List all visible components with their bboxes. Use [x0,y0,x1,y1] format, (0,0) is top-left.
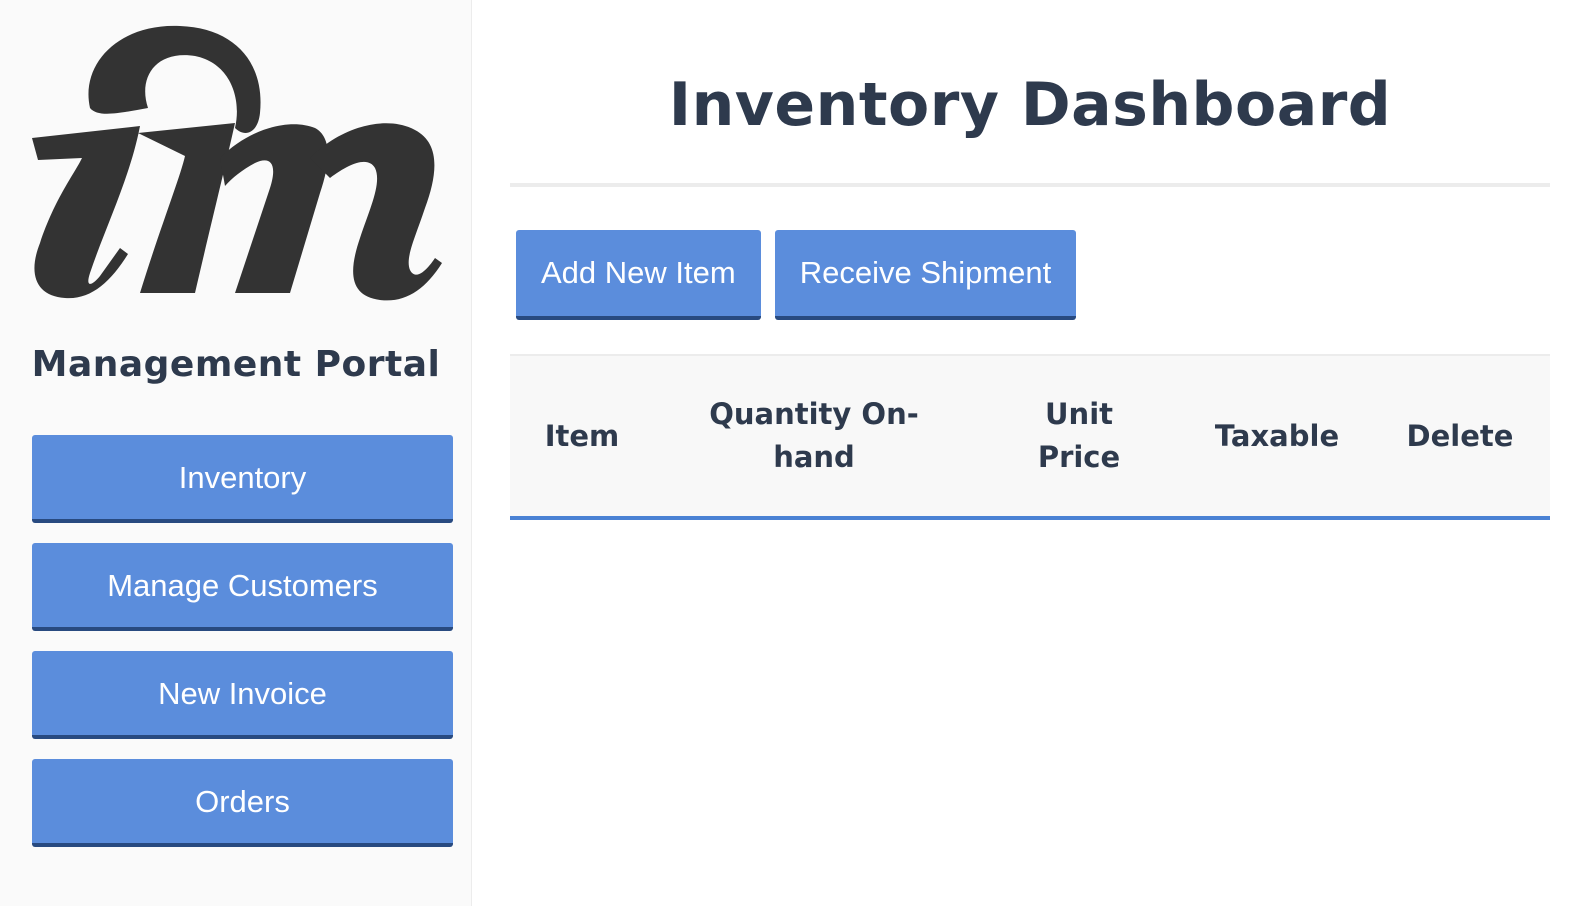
sidebar: Management Portal Inventory Manage Custo… [0,0,472,906]
portal-title: Management Portal [31,344,441,385]
receive-shipment-button[interactable]: Receive Shipment [774,230,1077,320]
nav-manage-customers-button[interactable]: Manage Customers [32,543,453,631]
column-header-unit-price: Unit Price [1037,397,1121,474]
im-logo [32,25,442,301]
main-content: Inventory Dashboard Add New Item Receive… [510,0,1550,906]
column-header-delete: Delete [1406,418,1514,453]
column-header-item: Item [544,418,620,453]
inventory-table: Item Quantity On-hand Unit Price Taxable… [510,354,1550,520]
action-toolbar: Add New Item Receive Shipment [516,230,1077,320]
nav-inventory-button[interactable]: Inventory [32,435,453,523]
nav-new-invoice-button[interactable]: New Invoice [32,651,453,739]
inventory-table-container: Item Quantity On-hand Unit Price Taxable… [510,354,1550,520]
sidebar-nav: Inventory Manage Customers New Invoice O… [32,435,453,867]
table-header-row: Item Quantity On-hand Unit Price Taxable… [510,355,1550,518]
page-title: Inventory Dashboard [668,70,1392,140]
add-new-item-button[interactable]: Add New Item [516,230,761,320]
table-header: Item Quantity On-hand Unit Price Taxable… [510,355,1550,518]
column-header-quantity: Quantity On-hand [709,397,919,474]
nav-orders-button[interactable]: Orders [32,759,453,847]
title-divider [510,183,1550,187]
column-header-taxable: Taxable [1214,418,1340,453]
